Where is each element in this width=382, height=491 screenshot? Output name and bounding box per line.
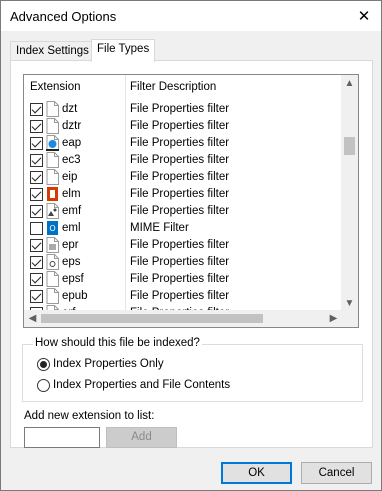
list-item[interactable]: dzt File Properties filter xyxy=(24,101,342,118)
radio-properties-only-label[interactable]: Index Properties Only xyxy=(53,358,164,370)
row-filter-description: File Properties filter xyxy=(130,256,230,268)
tab-index-settings[interactable]: Index Settings xyxy=(10,41,95,61)
add-extension-label: Add new extension to list: xyxy=(24,410,155,422)
row-extension: elm xyxy=(62,188,81,200)
row-checkbox[interactable] xyxy=(30,239,43,252)
add-button[interactable]: Add xyxy=(106,427,177,448)
scroll-left-icon[interactable]: ◀ xyxy=(24,310,41,327)
row-filter-description: File Properties filter xyxy=(130,120,230,132)
radio-properties-and-contents[interactable] xyxy=(37,379,50,392)
cancel-button[interactable]: Cancel xyxy=(301,462,372,484)
row-extension: eip xyxy=(62,171,78,183)
list-item[interactable]: eps File Properties filter xyxy=(24,254,342,271)
list-item[interactable]: epsf File Properties filter xyxy=(24,271,342,288)
dialog-title: Advanced Options xyxy=(10,9,117,24)
scroll-right-icon[interactable]: ▶ xyxy=(325,310,342,327)
list-item[interactable]: ec3 File Properties filter xyxy=(24,152,342,169)
row-extension: eml xyxy=(62,222,81,234)
list-item[interactable]: elm File Properties filter xyxy=(24,186,342,203)
row-extension: eap xyxy=(62,137,82,149)
settings-file-icon xyxy=(46,237,59,253)
vertical-scroll-thumb[interactable] xyxy=(344,137,355,155)
horizontal-scroll-thumb[interactable] xyxy=(41,314,263,323)
row-checkbox[interactable] xyxy=(30,188,43,201)
list-item[interactable]: emf File Properties filter xyxy=(24,203,342,220)
col-filter-description[interactable]: Filter Description xyxy=(130,81,216,93)
row-filter-description: File Properties filter xyxy=(130,137,230,149)
row-extension: ec3 xyxy=(62,154,81,166)
row-extension: emf xyxy=(62,205,82,217)
scroll-up-icon[interactable]: ▲ xyxy=(341,75,358,92)
row-checkbox[interactable] xyxy=(30,222,43,235)
list-item[interactable]: epr File Properties filter xyxy=(24,237,342,254)
row-extension: dzt xyxy=(62,103,78,115)
app-file-icon xyxy=(46,135,59,151)
blank-file-icon xyxy=(46,152,59,168)
list-item[interactable]: Oeml MIME Filter xyxy=(24,220,342,237)
row-filter-description: File Properties filter xyxy=(130,154,230,166)
list-item[interactable]: epub File Properties filter xyxy=(24,288,342,305)
row-checkbox[interactable] xyxy=(30,205,43,218)
row-filter-description: File Properties filter xyxy=(130,188,230,200)
blank-file-icon xyxy=(46,101,59,117)
advanced-options-dialog: Advanced Options ✕ Index Settings File T… xyxy=(0,0,382,491)
tab-file-types[interactable]: File Types xyxy=(91,39,156,62)
extension-list[interactable]: Extension Filter Description dzt File Pro… xyxy=(23,74,359,328)
row-filter-description: File Properties filter xyxy=(130,273,230,285)
radio-properties-and-contents-label[interactable]: Index Properties and File Contents xyxy=(53,379,230,391)
row-filter-description: File Properties filter xyxy=(130,239,230,251)
list-item[interactable]: eip File Properties filter xyxy=(24,169,342,186)
row-checkbox[interactable] xyxy=(30,290,43,303)
row-filter-description: MIME Filter xyxy=(130,222,189,234)
row-checkbox[interactable] xyxy=(30,273,43,286)
index-method-label: How should this file be indexed? xyxy=(33,337,202,349)
row-extension: epr xyxy=(62,239,79,251)
radio-properties-only[interactable] xyxy=(37,358,50,371)
svg-text:O: O xyxy=(49,224,55,233)
blank-file-icon xyxy=(46,271,59,287)
blank-file-icon xyxy=(46,288,59,304)
row-extension: dztr xyxy=(62,120,82,132)
image-file-icon xyxy=(46,203,59,219)
office-file-icon xyxy=(47,187,58,201)
index-method-group: How should this file be indexed? Index P… xyxy=(22,337,363,402)
row-filter-description: File Properties filter xyxy=(130,290,230,302)
list-item[interactable]: eap File Properties filter xyxy=(24,135,342,152)
outlook-file-icon: O xyxy=(47,221,58,235)
row-extension: eps xyxy=(62,256,81,268)
blank-file-icon xyxy=(46,118,59,134)
row-extension: epub xyxy=(62,290,88,302)
row-filter-description: File Properties filter xyxy=(130,205,230,217)
scroll-corner xyxy=(341,310,358,327)
blank-file-icon xyxy=(46,169,59,185)
row-extension: epsf xyxy=(62,273,84,285)
vertical-scrollbar[interactable]: ▲ ▼ xyxy=(341,75,358,312)
ok-button[interactable]: OK xyxy=(221,462,292,484)
col-extension[interactable]: Extension xyxy=(30,81,81,93)
title-bar: Advanced Options ✕ xyxy=(1,1,381,31)
row-checkbox[interactable] xyxy=(30,120,43,133)
column-header: Extension Filter Description xyxy=(24,75,342,99)
list-item[interactable]: dztr File Properties filter xyxy=(24,118,342,135)
ps-file-icon xyxy=(46,254,59,270)
row-checkbox[interactable] xyxy=(30,137,43,150)
row-checkbox[interactable] xyxy=(30,154,43,167)
close-icon[interactable]: ✕ xyxy=(347,1,381,31)
horizontal-scrollbar[interactable]: ◀ ▶ xyxy=(24,310,342,327)
row-checkbox[interactable] xyxy=(30,103,43,116)
file-types-panel: Extension Filter Description dzt File Pro… xyxy=(10,60,373,448)
row-filter-description: File Properties filter xyxy=(130,103,230,115)
row-checkbox[interactable] xyxy=(30,171,43,184)
add-extension-input[interactable] xyxy=(24,427,100,448)
row-checkbox[interactable] xyxy=(30,256,43,269)
row-filter-description: File Properties filter xyxy=(130,171,230,183)
